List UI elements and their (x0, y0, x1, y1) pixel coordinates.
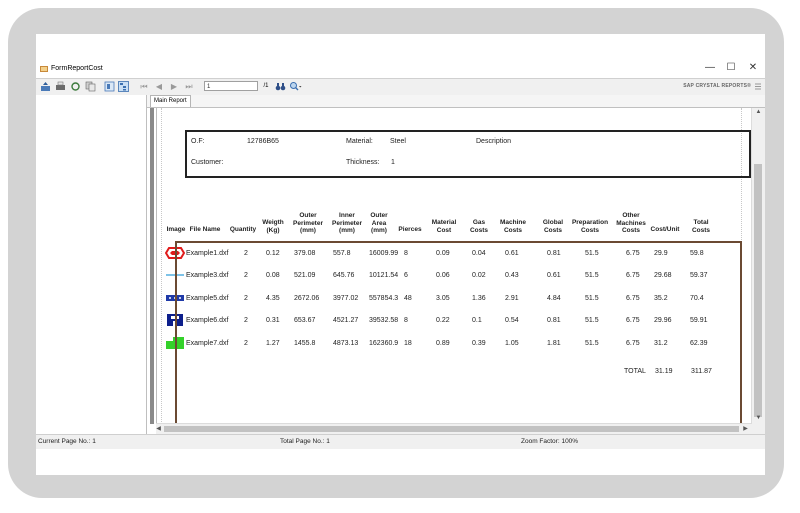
column-header: Cost/Unit (650, 226, 680, 233)
first-page-button[interactable]: ⏮ (140, 81, 148, 92)
page-gutter (147, 108, 157, 424)
horizontal-scroll-thumb[interactable] (164, 426, 739, 432)
column-header: File Name (189, 226, 221, 233)
export-icon[interactable] (40, 81, 51, 92)
refresh-icon[interactable] (70, 81, 81, 92)
minimize-button[interactable]: — (703, 62, 717, 73)
customer-label: Customer: (191, 159, 224, 166)
window-title: FormReportCost (51, 65, 103, 72)
column-header: Quantity (229, 226, 257, 233)
table-border (175, 241, 742, 425)
column-header: Global Costs (542, 219, 564, 234)
tab-main-report[interactable]: Main Report (150, 95, 191, 107)
page-edge-bar (150, 108, 154, 424)
maximize-button[interactable]: ☐ (724, 62, 738, 73)
report-window: FormReportCost — ☐ ✕ ⏮ ◀ ▶ ⏭ 1 /1 SAP CR… (36, 34, 765, 475)
menu-icon[interactable] (755, 83, 761, 90)
column-header: Pierces (398, 226, 422, 233)
tab-strip: Main Report (147, 95, 765, 108)
binoculars-icon[interactable] (275, 81, 286, 92)
of-label: O.F: (191, 138, 205, 145)
scroll-up-arrow[interactable]: ▲ (752, 109, 765, 115)
column-header: Preparation Costs (571, 219, 609, 234)
column-header: Machine Costs (499, 219, 526, 234)
thickness-label: Thickness: (346, 159, 380, 166)
column-header: Inner Perimeter (mm) (332, 212, 362, 234)
total-page-status: Total Page No.: 1 (280, 438, 330, 445)
status-bar: Current Page No.: 1 Total Page No.: 1 Zo… (36, 434, 765, 449)
report-viewer: O.F: 12786B65 Material: Steel Descriptio… (147, 108, 765, 434)
group-tree-panel[interactable] (36, 95, 147, 434)
scroll-right-arrow[interactable]: ▶ (739, 425, 752, 432)
description-label: Description (476, 138, 512, 145)
zoom-icon[interactable] (289, 81, 302, 92)
last-page-button[interactable]: ⏭ (185, 81, 193, 92)
title-bar: FormReportCost — ☐ ✕ (36, 61, 765, 78)
copy-icon[interactable] (85, 81, 96, 92)
vertical-scroll-thumb[interactable] (754, 164, 762, 417)
close-button[interactable]: ✕ (746, 62, 760, 73)
sap-crystal-reports-logo: SAP CRYSTAL REPORTS® (683, 83, 751, 89)
material-value: Steel (390, 138, 406, 145)
margin-guide (161, 108, 163, 424)
column-header: Outer Area (mm) (370, 212, 388, 234)
page-total-label: /1 (263, 83, 269, 89)
column-header: Gas Costs (469, 219, 489, 234)
horizontal-scrollbar[interactable]: ◀ ▶ (156, 423, 752, 434)
previous-page-button[interactable]: ◀ (155, 81, 163, 92)
column-header: Weigth (Kg) (262, 219, 284, 234)
scroll-down-arrow[interactable]: ▼ (752, 415, 765, 421)
of-value: 12786B65 (247, 138, 279, 145)
order-info-box: O.F: 12786B65 Material: Steel Descriptio… (185, 130, 751, 178)
next-page-button[interactable]: ▶ (170, 81, 178, 92)
column-header: Material Cost (431, 219, 457, 234)
thickness-value: 1 (391, 159, 395, 166)
zoom-status: Zoom Factor: 100% (521, 438, 579, 445)
toggle-parameter-panel-icon[interactable] (104, 81, 115, 92)
toggle-group-tree-icon[interactable] (118, 81, 129, 92)
column-header: Other Machines Costs (616, 212, 646, 234)
column-header: Total Costs (691, 219, 711, 234)
vertical-scrollbar[interactable]: ▲ ▼ (751, 108, 765, 434)
toolbar: ⏮ ◀ ▶ ⏭ 1 /1 SAP CRYSTAL REPORTS® (36, 78, 765, 96)
page-number-input[interactable]: 1 (204, 81, 258, 91)
material-label: Material: (346, 138, 373, 145)
print-icon[interactable] (55, 81, 66, 92)
current-page-status: Current Page No.: 1 (38, 438, 96, 445)
column-header: Image (166, 226, 186, 233)
app-icon (40, 66, 48, 72)
column-header: Outer Perimeter (mm) (293, 212, 323, 234)
